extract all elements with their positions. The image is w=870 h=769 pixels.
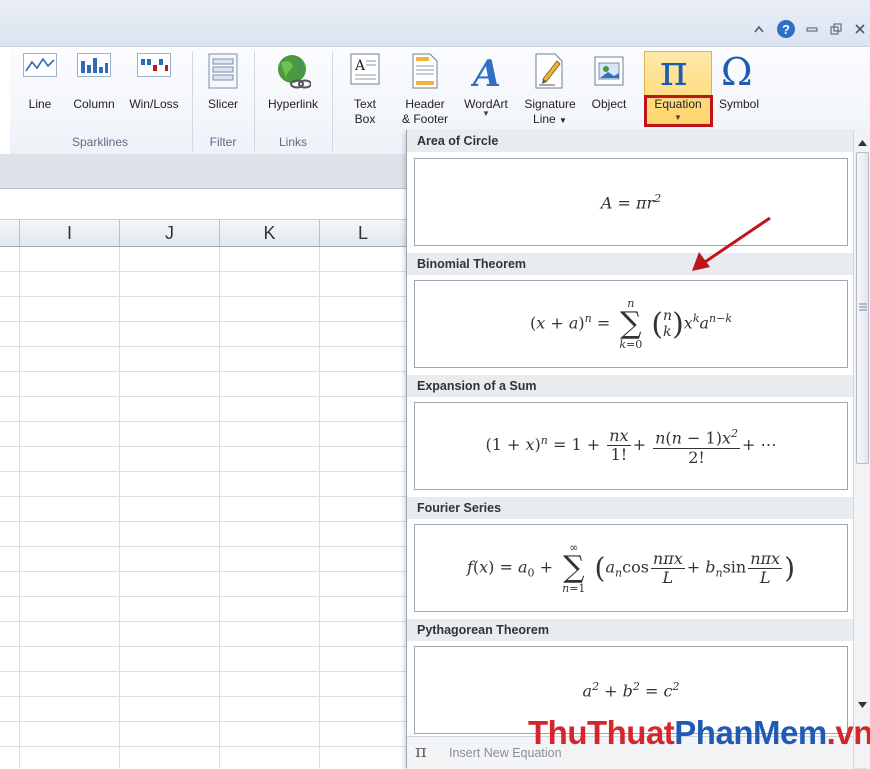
- line-chart-icon: [23, 53, 57, 80]
- wordart-icon: A: [470, 53, 501, 95]
- column-header-k[interactable]: K: [220, 220, 320, 246]
- close-window-icon[interactable]: [852, 20, 868, 38]
- header-footer-icon: [412, 53, 438, 92]
- equation-area-of-circle[interactable]: A = πr2: [414, 158, 848, 246]
- winloss-chart-icon: [137, 53, 171, 80]
- group-label-links: Links: [278, 135, 307, 149]
- globe-link-icon: [275, 53, 312, 94]
- pi-icon: π: [657, 46, 699, 95]
- column-header-i[interactable]: I: [20, 220, 120, 246]
- column-header-j[interactable]: J: [120, 220, 220, 246]
- group-label-sparklines: Sparklines: [71, 135, 129, 149]
- dropdown-arrow-icon: ▼: [559, 116, 567, 125]
- formula-input[interactable]: [0, 189, 406, 220]
- scrollbar-thumb[interactable]: [856, 152, 869, 464]
- symbol-button[interactable]: Ω Symbol: [712, 47, 766, 129]
- omega-icon: Ω: [719, 49, 759, 94]
- text-box-button[interactable]: A Text Box: [340, 47, 390, 129]
- sparkline-winloss-button[interactable]: Win/Loss: [122, 47, 186, 129]
- hyperlink-button[interactable]: Hyperlink: [258, 47, 328, 129]
- svg-text:Ω: Ω: [721, 50, 753, 91]
- object-button[interactable]: Object: [584, 47, 634, 129]
- group-label-filter: Filter: [209, 135, 237, 149]
- scroll-up-icon[interactable]: [857, 136, 868, 150]
- pi-small-icon: π: [415, 741, 427, 762]
- equation-red-highlight-box: [644, 95, 713, 127]
- text-box-icon: A: [350, 53, 380, 88]
- red-annotation-arrow-icon: [692, 216, 771, 271]
- svg-text:π: π: [660, 49, 688, 91]
- gallery-heading: Area of Circle: [407, 130, 853, 152]
- gallery-scrollbar[interactable]: [853, 130, 870, 768]
- sparkline-column-button[interactable]: Column: [66, 47, 122, 129]
- signature-pen-icon: [535, 53, 565, 92]
- gallery-heading: Fourier Series: [407, 497, 853, 519]
- slicer-icon: [208, 53, 238, 92]
- equation-binomial-theorem[interactable]: (x + a)n = n ∑ k=0 (n k) xkan−k: [414, 280, 848, 368]
- help-icon[interactable]: ?: [776, 20, 796, 38]
- svg-text:A: A: [471, 53, 501, 91]
- column-headers: I J K L: [0, 220, 406, 247]
- group-separator: [192, 51, 193, 151]
- group-separator: [254, 51, 255, 151]
- select-all-corner[interactable]: [0, 220, 20, 246]
- sparkline-line-button[interactable]: Line: [14, 47, 66, 129]
- slicer-button[interactable]: Slicer: [196, 47, 250, 129]
- column-chart-icon: [77, 53, 111, 80]
- equation-gallery: Area of Circle A = πr2 Binomial Theorem …: [406, 130, 870, 769]
- minimize-window-icon[interactable]: [804, 20, 820, 38]
- worksheet-grid[interactable]: [0, 247, 406, 768]
- minimize-ribbon-icon[interactable]: [752, 20, 766, 38]
- equation-fourier-series[interactable]: f(x) = a0 + ∞ ∑ n=1 (ancos nπx L + bnsin nπx L): [414, 524, 848, 612]
- watermark-logo: ThuThuatPhanMem.vn: [528, 714, 870, 751]
- svg-text:A: A: [354, 58, 366, 74]
- dropdown-arrow-icon: ▼: [482, 109, 490, 118]
- group-separator: [332, 51, 333, 151]
- signature-line-button[interactable]: Signature Line ▼: [516, 47, 584, 129]
- wordart-button[interactable]: A WordArt ▼: [456, 47, 516, 129]
- header-footer-button[interactable]: Header & Footer: [394, 47, 456, 129]
- window-titlebar: ?: [0, 0, 870, 47]
- gallery-heading: Expansion of a Sum: [407, 375, 853, 397]
- equation-expansion-of-a-sum[interactable]: (1 + x)n = 1 + nx 1! + n(n − 1)x2 2! + ⋯: [414, 402, 848, 490]
- scroll-down-icon[interactable]: [857, 698, 868, 712]
- formula-bar-area: [0, 154, 406, 189]
- object-icon: [594, 53, 624, 90]
- restore-window-icon[interactable]: [828, 20, 844, 38]
- gallery-heading: Pythagorean Theorem: [407, 619, 853, 641]
- gallery-heading: Binomial Theorem: [407, 253, 853, 275]
- column-header-l[interactable]: L: [320, 220, 406, 246]
